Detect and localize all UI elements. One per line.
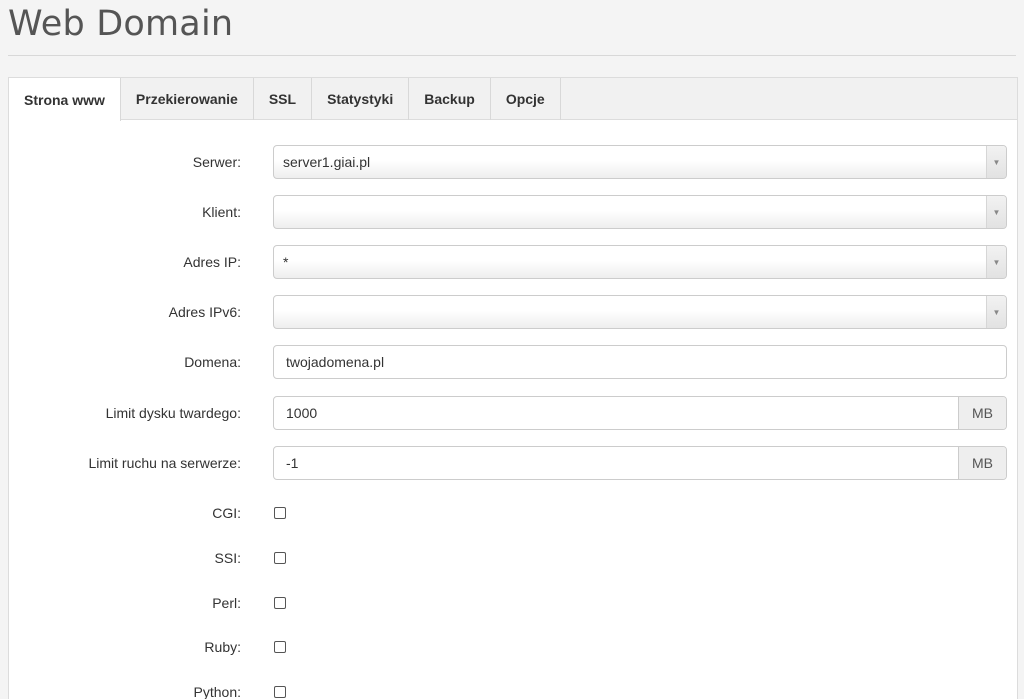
server-select[interactable]: server1.giai.pl ▼: [273, 145, 1007, 179]
tab-strona-www[interactable]: Strona www: [9, 78, 121, 121]
tab-statystyki[interactable]: Statystyki: [312, 78, 410, 120]
server-row: Serwer: server1.giai.pl ▼: [9, 145, 1017, 179]
ipv6-label: Adres IPv6:: [168, 304, 241, 320]
web-domain-panel: Strona www Przekierowanie SSL Statystyki…: [8, 77, 1018, 699]
tab-przekierowanie[interactable]: Przekierowanie: [121, 78, 254, 120]
traffic-quota-label: Limit ruchu na serwerze:: [88, 455, 241, 471]
chevron-down-icon[interactable]: ▼: [986, 296, 1006, 328]
domain-row: Domena: twojadomena.pl: [9, 345, 1017, 379]
hd-quota-row: Limit dysku twardego: 1000 MB: [9, 396, 1017, 430]
perl-row: Perl:: [9, 586, 1017, 620]
traffic-quota-row: Limit ruchu na serwerze: -1 MB: [9, 446, 1017, 480]
ipv6-row: Adres IPv6: ▼: [9, 295, 1017, 329]
hd-quota-label: Limit dysku twardego:: [105, 405, 241, 421]
ip-label: Adres IP:: [183, 254, 241, 270]
tab-opcje[interactable]: Opcje: [491, 78, 561, 120]
domain-value: twojadomena.pl: [286, 354, 385, 370]
ruby-label: Ruby:: [204, 639, 241, 655]
hd-quota-value: 1000: [286, 405, 318, 421]
ssi-row: SSI:: [9, 541, 1017, 575]
cgi-label: CGI:: [212, 505, 241, 521]
ruby-row: Ruby:: [9, 630, 1017, 664]
ip-row: Adres IP: * ▼: [9, 245, 1017, 279]
hd-quota-unit: MB: [958, 397, 1006, 429]
page-title: Web Domain: [8, 4, 234, 44]
client-select[interactable]: ▼: [273, 195, 1007, 229]
title-divider: [8, 55, 1016, 56]
python-checkbox[interactable]: [274, 686, 286, 698]
cgi-checkbox[interactable]: [274, 507, 286, 519]
perl-checkbox[interactable]: [274, 597, 286, 609]
tab-backup[interactable]: Backup: [409, 78, 491, 120]
traffic-quota-value: -1: [286, 455, 299, 471]
python-row: Python:: [9, 675, 1017, 699]
ruby-checkbox[interactable]: [274, 641, 286, 653]
client-label: Klient:: [202, 204, 241, 220]
tab-ssl[interactable]: SSL: [254, 78, 313, 120]
ssi-label: SSI:: [214, 550, 241, 566]
ipv6-select[interactable]: ▼: [273, 295, 1007, 329]
python-label: Python:: [193, 684, 241, 699]
domain-input[interactable]: twojadomena.pl: [273, 345, 1007, 379]
domain-label: Domena:: [184, 354, 241, 370]
client-row: Klient: ▼: [9, 195, 1017, 229]
hd-quota-input[interactable]: 1000 MB: [273, 396, 1007, 430]
traffic-quota-input[interactable]: -1 MB: [273, 446, 1007, 480]
server-value: server1.giai.pl: [283, 154, 371, 170]
traffic-quota-unit: MB: [958, 447, 1006, 479]
chevron-down-icon[interactable]: ▼: [986, 146, 1006, 178]
tab-bar: Strona www Przekierowanie SSL Statystyki…: [9, 78, 1017, 121]
chevron-down-icon[interactable]: ▼: [986, 246, 1006, 278]
ip-select[interactable]: * ▼: [273, 245, 1007, 279]
ssi-checkbox[interactable]: [274, 552, 286, 564]
chevron-down-icon[interactable]: ▼: [986, 196, 1006, 228]
cgi-row: CGI:: [9, 496, 1017, 530]
perl-label: Perl:: [212, 595, 241, 611]
ip-value: *: [283, 254, 289, 270]
server-label: Serwer:: [192, 154, 241, 170]
